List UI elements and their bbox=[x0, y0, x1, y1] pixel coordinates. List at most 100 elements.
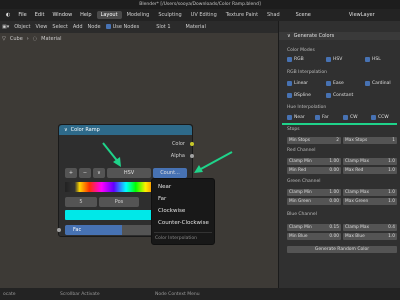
interpolation-dropdown[interactable]: Count... bbox=[153, 168, 187, 178]
red-clamp-max-field[interactable]: Clamp Max 1.0 bbox=[343, 158, 397, 165]
blue-clamp-max-field[interactable]: Clamp Max 0.4 bbox=[343, 224, 397, 231]
option-cw[interactable]: CW bbox=[343, 115, 358, 120]
tab-uv-editing[interactable]: UV Editing bbox=[187, 11, 221, 19]
position-field[interactable]: Pos bbox=[99, 197, 139, 207]
checkbox-icon bbox=[371, 115, 376, 120]
green-clamp-max-field[interactable]: Clamp Max 1.0 bbox=[343, 189, 397, 196]
red-range-row: Min Red 0.00 Max Red 1.0 bbox=[287, 167, 397, 174]
ramp-menu-button[interactable]: ∨ bbox=[93, 168, 105, 178]
tab-shading[interactable]: Shad bbox=[263, 11, 284, 19]
tab-layout[interactable]: Layout bbox=[96, 11, 122, 19]
max-red-field[interactable]: Max Red 1.0 bbox=[343, 167, 397, 174]
menu-add[interactable]: Add bbox=[73, 24, 83, 30]
max-green-field[interactable]: Max Green 1.0 bbox=[343, 198, 397, 205]
chevron-down-icon: ∨ bbox=[287, 33, 291, 39]
menu-item-counter-clockwise[interactable]: Counter-Clockwise bbox=[158, 220, 209, 226]
node-header[interactable]: ∨ Color Ramp bbox=[59, 125, 192, 135]
generate-random-color-button[interactable]: Generate Random Color bbox=[287, 246, 397, 253]
menu-file[interactable]: File bbox=[14, 12, 30, 18]
tab-texture-paint[interactable]: Texture Paint bbox=[222, 11, 262, 19]
max-stops-field[interactable]: Max Stops 1 bbox=[343, 137, 397, 144]
red-channel-label: Red Channel bbox=[287, 148, 316, 153]
menu-node[interactable]: Node bbox=[88, 24, 101, 30]
stops-row: Min Stops 2 Max Stops 1 bbox=[287, 137, 397, 144]
menu-edit[interactable]: Edit bbox=[31, 12, 49, 18]
breadcrumb: ▽ Cube › ◌ Material bbox=[2, 36, 61, 42]
remove-stop-button[interactable]: − bbox=[79, 168, 91, 178]
option-ease[interactable]: Ease bbox=[326, 81, 344, 86]
blue-range-row: Min Blue 0.00 Max Blue 1.0 bbox=[287, 233, 397, 240]
tab-sculpting[interactable]: Sculpting bbox=[154, 11, 185, 19]
status-left-hint: ocate bbox=[3, 291, 16, 297]
checkbox-icon bbox=[326, 81, 331, 86]
checkbox-icon bbox=[365, 57, 370, 62]
active-stop-index[interactable]: 5 bbox=[65, 197, 97, 207]
color-output-socket[interactable] bbox=[190, 142, 194, 146]
menu-help[interactable]: Help bbox=[76, 12, 95, 18]
max-blue-field[interactable]: Max Blue 1.0 bbox=[343, 233, 397, 240]
option-far[interactable]: Far bbox=[315, 115, 329, 120]
editor-type-icon[interactable]: ▣▾ bbox=[2, 24, 9, 30]
checkbox-icon bbox=[287, 93, 292, 98]
panel-header[interactable]: ∨ Generate Colors bbox=[279, 32, 400, 40]
option-bspline[interactable]: BSpline bbox=[287, 93, 311, 98]
tab-modeling[interactable]: Modeling bbox=[123, 11, 154, 19]
blender-logo-icon[interactable]: ◐ bbox=[2, 12, 14, 18]
panel-title: Generate Colors bbox=[293, 33, 335, 39]
checkbox-icon bbox=[287, 81, 292, 86]
breadcrumb-material: Material bbox=[41, 36, 62, 42]
scene-selector[interactable]: Scene bbox=[292, 12, 315, 18]
menu-item-near[interactable]: Near bbox=[158, 184, 171, 190]
status-node-menu-hint: Node Context Menu bbox=[155, 291, 200, 297]
chevron-right-icon: › bbox=[26, 36, 29, 42]
min-red-field[interactable]: Min Red 0.00 bbox=[287, 167, 341, 174]
option-rgb[interactable]: RGB bbox=[287, 57, 304, 62]
green-clamp-min-field[interactable]: Clamp Min 1.00 bbox=[287, 189, 341, 196]
menu-view[interactable]: View bbox=[36, 24, 48, 30]
slot-selector[interactable]: Slot 1 bbox=[156, 24, 170, 30]
min-blue-field[interactable]: Min Blue 0.00 bbox=[287, 233, 341, 240]
object-icon: ▽ bbox=[2, 36, 6, 42]
min-green-field[interactable]: Min Green 0.00 bbox=[287, 198, 341, 205]
option-near[interactable]: Near bbox=[287, 115, 305, 120]
option-hsv[interactable]: HSV bbox=[326, 57, 342, 62]
fac-input-socket[interactable] bbox=[57, 228, 61, 232]
collapse-chevron-icon[interactable]: ∨ bbox=[64, 127, 68, 133]
color-modes-label: Color Modes bbox=[287, 48, 315, 53]
sidebar-panel: ∨ Generate Colors Color Modes RGB HSV HS… bbox=[278, 21, 400, 288]
viewlayer-selector[interactable]: ViewLayer bbox=[345, 12, 379, 18]
option-ccw[interactable]: CCW bbox=[371, 115, 389, 120]
menu-window[interactable]: Window bbox=[48, 12, 76, 18]
title-bar: Blender* [/Users/sooya/Downloads/Color R… bbox=[0, 0, 400, 9]
menu-item-clockwise[interactable]: Clockwise bbox=[158, 208, 185, 214]
green-channel-label: Green Channel bbox=[287, 179, 321, 184]
material-icon: ◌ bbox=[32, 36, 38, 42]
material-selector[interactable]: Material bbox=[186, 24, 206, 30]
status-bar: ocate Scrollbar Activate Node Context Me… bbox=[0, 288, 400, 300]
min-stops-field[interactable]: Min Stops 2 bbox=[287, 137, 341, 144]
status-scrollbar-hint: Scrollbar Activate bbox=[60, 291, 100, 297]
option-cardinal[interactable]: Cardinal bbox=[365, 81, 391, 86]
menu-select[interactable]: Select bbox=[52, 24, 67, 30]
menu-bar: ◐ File Edit Window Help Layout Modeling … bbox=[0, 9, 400, 21]
output-alpha-label: Alpha bbox=[170, 153, 185, 159]
menu-item-far[interactable]: Far bbox=[158, 196, 166, 202]
checkbox-icon bbox=[365, 81, 370, 86]
checkbox-icon bbox=[287, 115, 292, 120]
fac-label: Fac bbox=[73, 227, 82, 233]
hue-interp-label: Hue Interpolation bbox=[287, 105, 327, 110]
node-title: Color Ramp bbox=[70, 127, 100, 133]
alpha-output-socket[interactable] bbox=[190, 154, 194, 158]
option-linear[interactable]: Linear bbox=[287, 81, 308, 86]
use-nodes-toggle[interactable]: Use Nodes bbox=[105, 24, 139, 30]
color-mode-dropdown[interactable]: HSV bbox=[107, 168, 151, 178]
red-clamp-min-field[interactable]: Clamp Min 1.00 bbox=[287, 158, 341, 165]
option-hsl[interactable]: HSL bbox=[365, 57, 381, 62]
add-stop-button[interactable]: + bbox=[65, 168, 77, 178]
blue-clamp-min-field[interactable]: Clamp Min 0.15 bbox=[287, 224, 341, 231]
stops-label: Stops bbox=[287, 127, 300, 132]
green-range-row: Min Green 0.00 Max Green 1.0 bbox=[287, 198, 397, 205]
option-constant[interactable]: Constant bbox=[326, 93, 353, 98]
object-dropdown[interactable]: Object bbox=[14, 24, 30, 30]
blue-clamp-row: Clamp Min 0.15 Clamp Max 0.4 bbox=[287, 224, 397, 231]
